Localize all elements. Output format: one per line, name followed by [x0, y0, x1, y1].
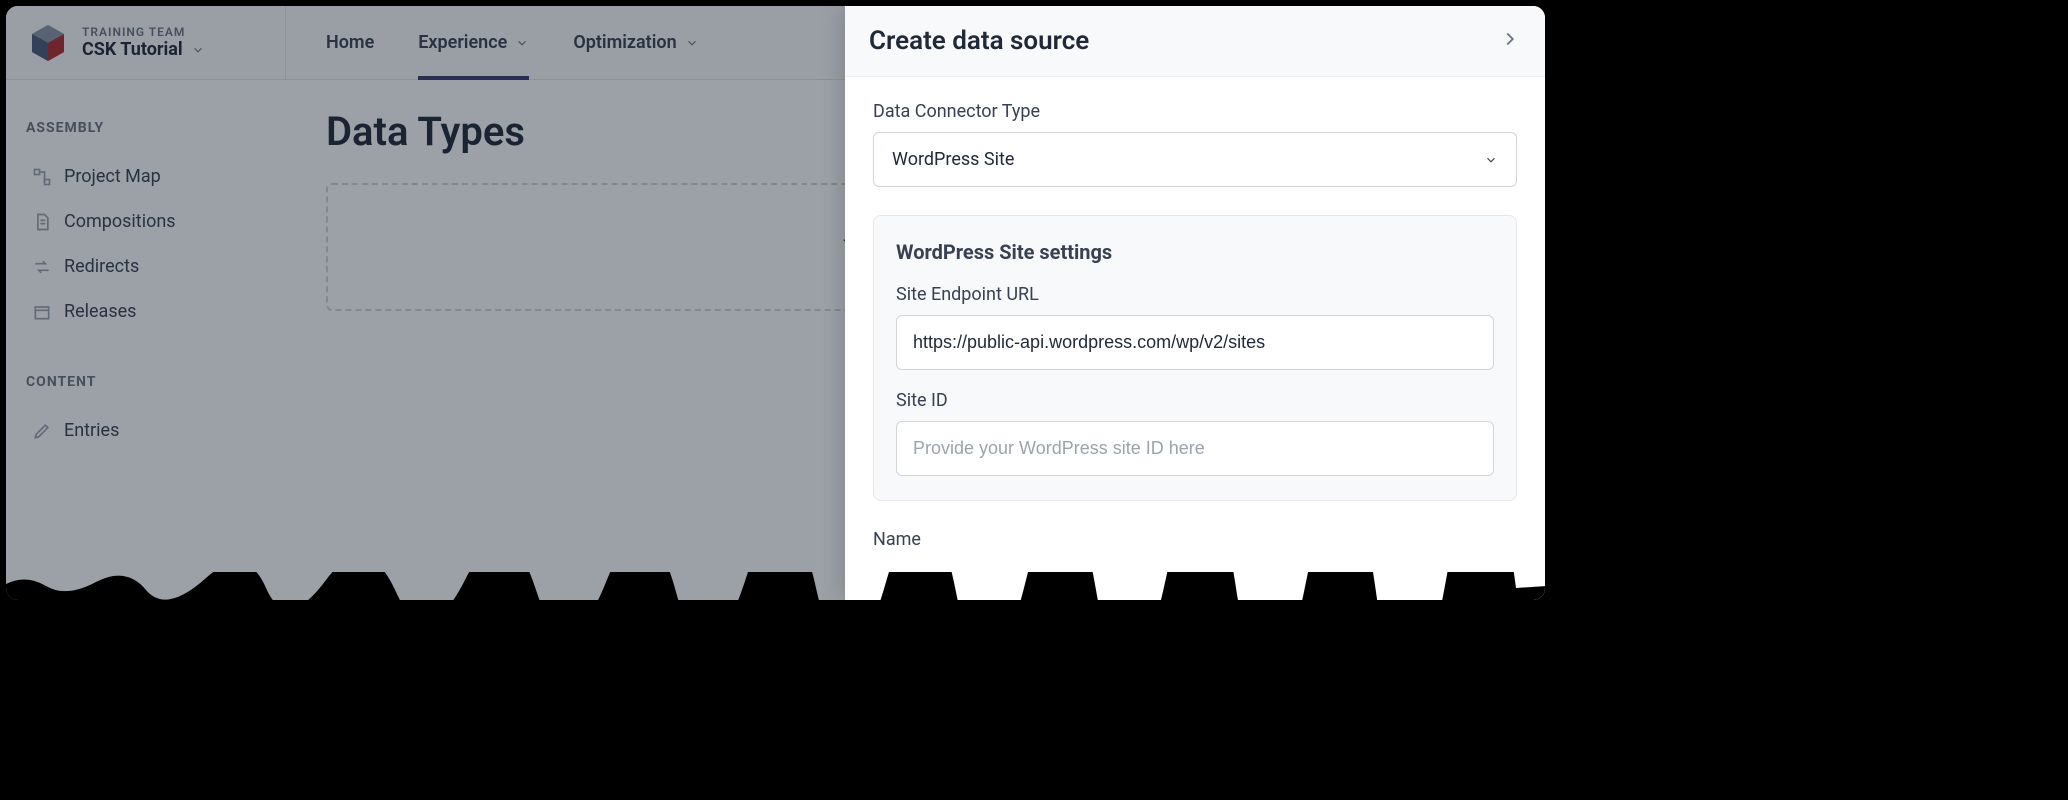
- connector-type-select[interactable]: WordPress Site: [873, 132, 1517, 187]
- collapse-button[interactable]: [1499, 28, 1521, 54]
- name-label: Name: [873, 529, 1517, 550]
- drawer-title: Create data source: [869, 26, 1089, 56]
- drawer-body: Data Connector Type WordPress Site WordP…: [845, 77, 1545, 600]
- site-id-input[interactable]: [896, 421, 1494, 476]
- create-data-source-drawer: Create data source Data Connector Type W…: [845, 6, 1545, 600]
- connector-selected-value: WordPress Site: [892, 149, 1014, 170]
- connector-type-label: Data Connector Type: [873, 101, 1517, 122]
- chevron-down-icon: [1484, 153, 1498, 167]
- endpoint-url-input[interactable]: [896, 315, 1494, 370]
- site-id-label: Site ID: [896, 390, 1494, 411]
- endpoint-url-label: Site Endpoint URL: [896, 284, 1494, 305]
- drawer-header: Create data source: [845, 6, 1545, 77]
- wordpress-settings-card: WordPress Site settings Site Endpoint UR…: [873, 215, 1517, 501]
- settings-heading: WordPress Site settings: [896, 240, 1494, 264]
- chevron-right-icon: [1499, 35, 1521, 54]
